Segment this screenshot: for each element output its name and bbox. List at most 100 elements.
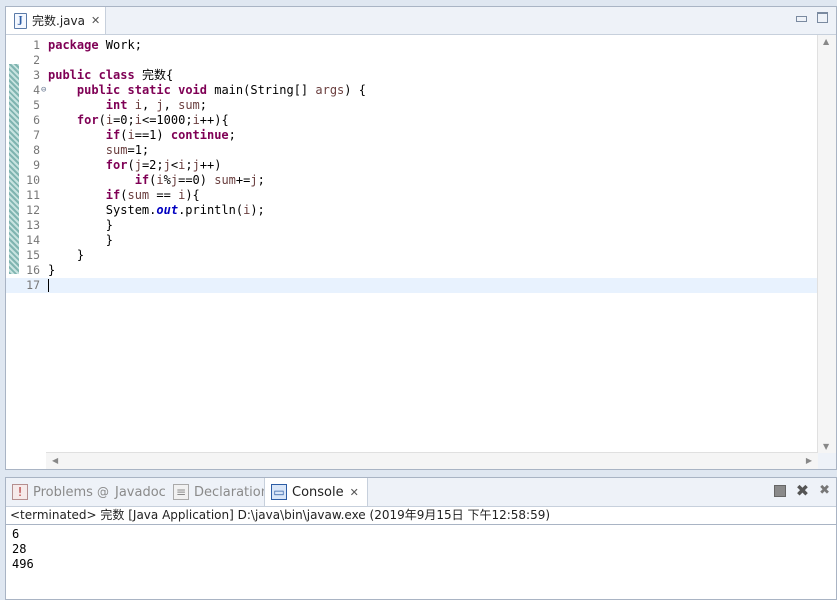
code-line[interactable]: 4 ⊖ public static void main(String[] args…	[6, 83, 818, 98]
editor-tab[interactable]: J 完数.java ✕	[6, 7, 106, 34]
line-number: 4	[33, 83, 40, 97]
remove-all-terminated-icon[interactable]: ✖	[819, 484, 830, 498]
tab-declaration[interactable]: ≡ Declaration	[173, 478, 269, 506]
code-line[interactable]: 1 package Work;	[6, 38, 818, 53]
declaration-icon: ≡	[173, 484, 189, 500]
code-line[interactable]: 7 if(i==1) continue;	[6, 128, 818, 143]
code-text: }	[48, 248, 84, 263]
scroll-up-icon[interactable]: ▲	[823, 37, 829, 46]
variable-token: i	[127, 128, 135, 142]
variable-token: j	[192, 158, 200, 172]
code-line[interactable]: 9 for(j=2;j<i;j++)	[6, 158, 818, 173]
code-editor[interactable]: J 完数.java ✕ 1 package Work; 2 3 public class…	[5, 6, 837, 470]
keyword-token: public	[48, 68, 92, 82]
code-area[interactable]: 1 package Work; 2 3 public class 完数{4 ⊖ publi…	[6, 35, 818, 453]
line-number: 13	[26, 218, 40, 232]
code-text: sum=1;	[48, 143, 149, 158]
vertical-scrollbar[interactable]: ▲ ▼	[817, 35, 836, 453]
console-view: ! Problems @ Javadoc ≡ Declaration ▭ Con…	[5, 477, 837, 600]
tab-problems[interactable]: ! Problems	[12, 478, 93, 506]
code-text: }	[48, 263, 55, 278]
line-number: 17	[26, 278, 40, 292]
view-tab-bar: ! Problems @ Javadoc ≡ Declaration ▭ Con…	[6, 478, 836, 507]
keyword-token: if	[105, 128, 121, 142]
editor-window-controls	[796, 12, 828, 23]
line-number: 12	[26, 203, 40, 217]
code-token: (	[127, 158, 135, 172]
code-line[interactable]: 17	[6, 278, 818, 293]
code-token: System.	[48, 203, 157, 217]
variable-token: j	[134, 158, 142, 172]
console-output[interactable]: 6 28 496	[12, 527, 34, 572]
variable-token: j	[156, 98, 164, 112]
code-token: ,	[141, 98, 157, 112]
line-number: 7	[33, 128, 40, 142]
field-token: out	[156, 203, 179, 217]
code-line[interactable]: 12 System.out.println(i);	[6, 203, 818, 218]
code-token: ;	[185, 158, 193, 172]
line-number: 16	[26, 263, 40, 277]
code-token: <=1000;	[141, 113, 193, 127]
editor-tab-title: 完数.java	[32, 14, 85, 28]
horizontal-scrollbar[interactable]: ◀ ▶	[46, 452, 818, 469]
code-token: 完数{	[134, 68, 174, 82]
code-token: ,	[163, 98, 179, 112]
close-icon[interactable]: ✕	[91, 14, 100, 27]
remove-launch-icon[interactable]: ✖	[796, 483, 809, 499]
code-line[interactable]: 16}	[6, 263, 818, 278]
code-token: .println(	[178, 203, 244, 217]
code-line[interactable]: 13 }	[6, 218, 818, 233]
scroll-down-icon[interactable]: ▼	[823, 442, 829, 451]
code-text: if(i%j==0) sum+=j;	[48, 173, 265, 188]
close-icon[interactable]: ✕	[350, 486, 359, 499]
tab-console[interactable]: ▭ Console ✕	[264, 478, 368, 506]
keyword-token: class	[98, 68, 135, 82]
code-line[interactable]: 8 sum=1;	[6, 143, 818, 158]
maximize-icon[interactable]	[817, 12, 828, 23]
code-line[interactable]: 14 }	[6, 233, 818, 248]
console-toolbar: ✖ ✖	[773, 483, 830, 499]
code-token: }	[48, 263, 56, 277]
scroll-left-icon[interactable]: ◀	[52, 456, 58, 465]
console-output-line: 496	[12, 557, 34, 571]
line-number: 10	[26, 173, 40, 187]
variable-token: i	[192, 113, 200, 127]
console-process-label: <terminated> 完数 [Java Application] D:\ja…	[10, 508, 551, 522]
variable-token: i	[134, 113, 142, 127]
code-line[interactable]: 11 if(sum == i){	[6, 188, 818, 203]
code-line[interactable]: 2	[6, 53, 818, 68]
fold-toggle-icon[interactable]: ⊖	[41, 83, 46, 98]
tab-javadoc[interactable]: @ Javadoc	[96, 478, 166, 506]
code-line[interactable]: 10 if(i%j==0) sum+=j;	[6, 173, 818, 188]
code-line[interactable]: 15 }	[6, 248, 818, 263]
code-token: =1;	[127, 143, 150, 157]
keyword-token: if	[105, 188, 121, 202]
code-line[interactable]: 5 int i, j, sum;	[6, 98, 818, 113]
keyword-token: for	[105, 158, 128, 172]
code-token: }	[48, 218, 114, 232]
javadoc-icon: @	[97, 485, 109, 499]
line-number: 8	[33, 143, 40, 157]
line-number: 2	[33, 53, 40, 67]
code-text: for(i=0;i<=1000;i++){	[48, 113, 229, 128]
code-line[interactable]: 3 public class 完数{	[6, 68, 818, 83]
variable-token: sum	[105, 143, 128, 157]
java-file-icon: J	[14, 12, 27, 29]
minimize-icon[interactable]	[796, 16, 807, 22]
code-line[interactable]: 6 for(i=0;i<=1000;i++){	[6, 113, 818, 128]
keyword-token: package	[48, 38, 99, 52]
console-output-line: 28	[12, 542, 27, 556]
variable-token: i	[156, 173, 164, 187]
terminate-icon[interactable]	[773, 485, 786, 497]
console-divider	[6, 524, 836, 525]
code-token: =2;	[141, 158, 164, 172]
code-token: ==0)	[178, 173, 215, 187]
scroll-right-icon[interactable]: ▶	[806, 456, 812, 465]
keyword-token: int	[105, 98, 128, 112]
line-number: 3	[33, 68, 40, 82]
